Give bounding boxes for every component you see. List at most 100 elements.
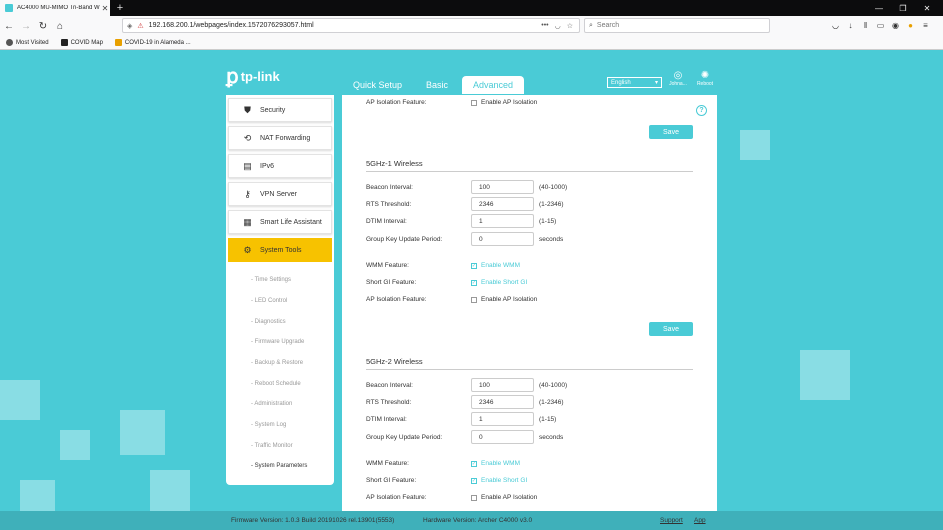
wmm-checkbox[interactable]: ✓ Enable WMM [471, 460, 520, 467]
ap-isolation-checkbox[interactable]: Enable AP Isolation [471, 494, 537, 501]
save-button[interactable]: Save [649, 322, 693, 336]
new-tab-button[interactable]: + [114, 1, 126, 15]
footer: Firmware Version: 1.0.3 Build 20191026 r… [0, 511, 943, 530]
tab-title: AC4000 MU-MIMO Tri-Band Wi [17, 5, 100, 11]
sidebar-item-label: Security [260, 106, 286, 114]
field-hint: (1-2346) [539, 200, 564, 208]
bookmarks-bar: Most Visited COVID Map COVID-19 in Alame… [0, 36, 943, 50]
rts-threshold-input[interactable]: 2346 [471, 197, 534, 211]
short-gi-checkbox[interactable]: ✓ Enable Short GI [471, 477, 527, 484]
library-icon[interactable]: ‖ [858, 18, 873, 33]
subitem-led-control[interactable]: - LED Control [251, 298, 287, 304]
close-window-icon[interactable]: ✕ [915, 4, 939, 13]
forward-icon[interactable]: → [18, 18, 34, 34]
subitem-reboot-schedule[interactable]: - Reboot Schedule [251, 381, 301, 387]
router-page: ꝑ tp-link Quick Setup Basic Advanced Eng… [0, 50, 943, 530]
field-hint: seconds [539, 235, 564, 243]
short-gi-checkbox[interactable]: ✓ Enable Short GI [471, 279, 527, 286]
field-hint: (1-15) [539, 217, 557, 225]
page-actions-icon[interactable]: ••• [541, 22, 548, 29]
pocket-toolbar-icon[interactable]: ◡ [828, 18, 843, 33]
shield-icon[interactable]: ◈ [127, 22, 132, 30]
menu-icon[interactable]: ≡ [918, 18, 933, 33]
browser-tab[interactable]: AC4000 MU-MIMO Tri-Band Wi ✕ [0, 0, 110, 16]
language-select[interactable]: English ▾ [607, 77, 662, 88]
sidebar-item-nat-forwarding[interactable]: ⟲ NAT Forwarding [228, 126, 332, 150]
content-panel: ? AP Isolation Feature: Enable AP Isolat… [342, 95, 717, 530]
decoration [20, 480, 55, 515]
decoration [800, 350, 850, 400]
check-icon: ✓ [471, 279, 477, 286]
tab-quick-setup[interactable]: Quick Setup [343, 76, 412, 94]
home-icon[interactable]: ⌂ [52, 18, 68, 34]
sidebar-item-ipv6[interactable]: ▤ IPv6 [228, 154, 332, 178]
tab-advanced[interactable]: Advanced [462, 76, 525, 94]
bookmark-star-icon[interactable]: ☆ [567, 22, 573, 30]
rts-threshold-input[interactable]: 2346 [471, 395, 534, 409]
subitem-time-settings[interactable]: - Time Settings [251, 277, 291, 283]
restore-icon[interactable]: ❐ [891, 4, 915, 13]
bookmark-covid-alameda[interactable]: COVID-19 in Alameda ... [114, 39, 191, 46]
reload-icon[interactable]: ↻ [35, 18, 51, 34]
search-placeholder: Search [596, 22, 620, 29]
reboot-button[interactable]: ✺ Reboot [694, 70, 716, 87]
tplink-logo: ꝑ tp-link [226, 64, 280, 89]
sidebar-item-security[interactable]: ⛊ Security [228, 98, 332, 122]
subitem-system-log[interactable]: - System Log [251, 422, 286, 428]
account-icon[interactable]: ◉ [888, 18, 903, 33]
group-key-input[interactable]: 0 [471, 430, 534, 444]
url-bar[interactable]: ◈ ⚠ 192.168.200.1/webpages/index.1572076… [122, 18, 580, 33]
minimize-icon[interactable]: — [867, 4, 891, 13]
bookmark-covid-map[interactable]: COVID Map [60, 39, 103, 46]
bookmark-most-visited[interactable]: Most Visited [6, 39, 49, 46]
subitem-traffic-monitor[interactable]: - Traffic Monitor [251, 443, 293, 449]
sidebar-item-smart-life-assistant[interactable]: ▦ Smart Life Assistant [228, 210, 332, 234]
wmm-checkbox[interactable]: ✓ Enable WMM [471, 262, 520, 269]
save-button[interactable]: Save [649, 125, 693, 139]
group-key-input[interactable]: 0 [471, 232, 534, 246]
field-label: Group Key Update Period: [366, 235, 443, 243]
support-link[interactable]: Support [660, 517, 683, 524]
close-tab-icon[interactable]: ✕ [100, 4, 110, 13]
check-icon: ✓ [471, 262, 477, 269]
field-label: WMM Feature: [366, 460, 409, 467]
sidebar-icon[interactable]: ▭ [873, 18, 888, 33]
ap-isolation-checkbox[interactable]: Enable AP Isolation [471, 296, 537, 303]
insecure-lock-icon[interactable]: ⚠ [137, 22, 143, 30]
check-icon: ✓ [471, 460, 477, 467]
grid-icon: ▦ [243, 216, 252, 227]
field-label: AP Isolation Feature: [366, 99, 427, 106]
subitem-system-parameters[interactable]: - System Parameters [251, 463, 307, 469]
search-box[interactable]: ⌕ Search [584, 18, 770, 33]
tab-basic[interactable]: Basic [416, 76, 458, 94]
subitem-diagnostics[interactable]: - Diagnostics [251, 319, 286, 325]
subitem-backup-restore[interactable]: - Backup & Restore [251, 360, 303, 366]
field-label: Beacon Interval: [366, 183, 413, 191]
sidebar-item-vpn-server[interactable]: ⚷ VPN Server [228, 182, 332, 206]
pocket-icon[interactable]: ◡ [555, 22, 561, 30]
dtim-interval-input[interactable]: 1 [471, 412, 534, 426]
back-icon[interactable]: ← [1, 18, 17, 34]
decoration [60, 430, 90, 460]
user-button[interactable]: ◎ Johna... [667, 70, 689, 87]
beacon-interval-input[interactable]: 100 [471, 378, 534, 392]
logo-text: tp-link [240, 69, 280, 84]
dtim-interval-input[interactable]: 1 [471, 214, 534, 228]
app-link[interactable]: App [694, 517, 706, 524]
extension-icon[interactable]: ● [903, 18, 918, 33]
sidebar: ⛊ Security ⟲ NAT Forwarding ▤ IPv6 ⚷ VPN… [226, 95, 334, 485]
wmm-row: WMM Feature: ✓ Enable WMM [366, 460, 520, 467]
rts-threshold-row: RTS Threshold: 2346 (1-2346) [366, 197, 564, 211]
subitem-firmware-upgrade[interactable]: - Firmware Upgrade [251, 339, 304, 345]
dtim-interval-row: DTIM Interval: 1 (1-15) [366, 214, 556, 228]
download-icon[interactable]: ↓ [843, 18, 858, 33]
sidebar-item-system-tools[interactable]: ⚙ System Tools [228, 238, 332, 262]
field-hint: (40-1000) [539, 183, 568, 191]
help-icon[interactable]: ? [696, 105, 707, 116]
url-text[interactable]: 192.168.200.1/webpages/index.15720762930… [149, 22, 542, 29]
subitem-administration[interactable]: - Administration [251, 401, 292, 407]
tab-bar: AC4000 MU-MIMO Tri-Band Wi ✕ + — ❐ ✕ [0, 0, 943, 16]
ap-isolation-checkbox[interactable]: Enable AP Isolation [471, 99, 537, 106]
map-icon [60, 39, 68, 46]
beacon-interval-input[interactable]: 100 [471, 180, 534, 194]
